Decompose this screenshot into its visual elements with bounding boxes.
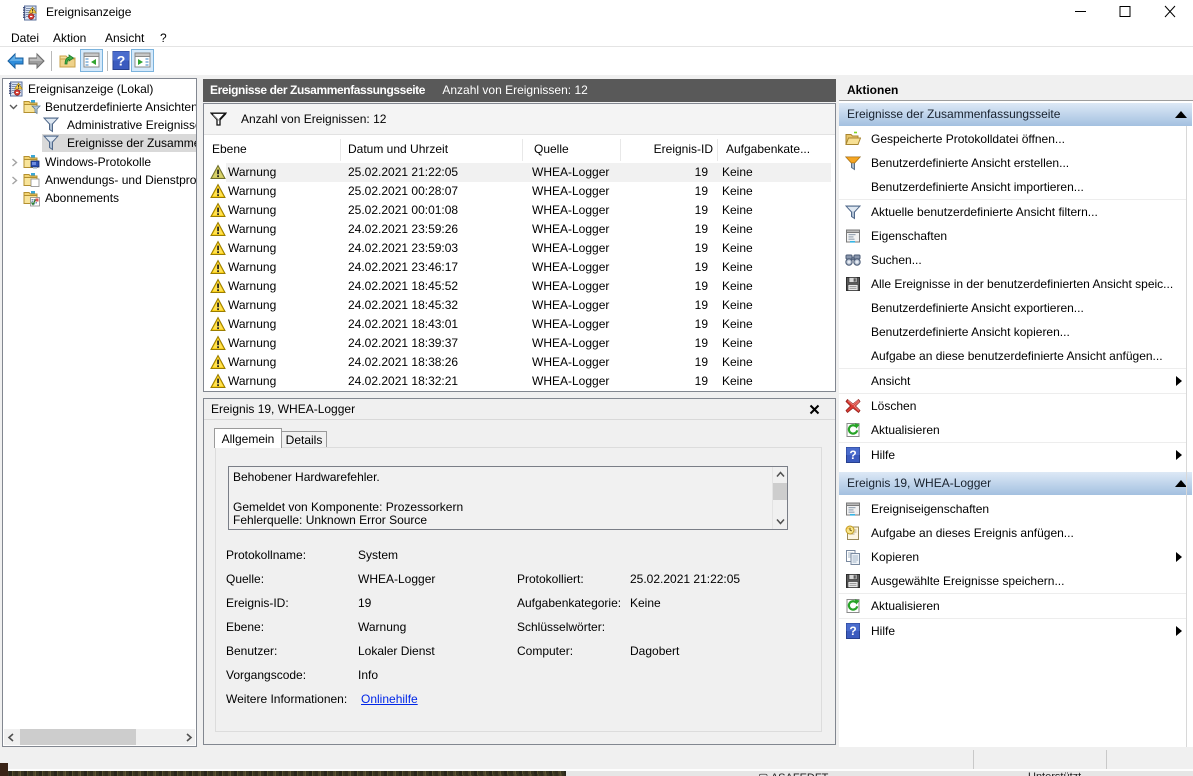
- svg-text:?: ?: [849, 448, 856, 462]
- svg-text:?: ?: [117, 53, 126, 69]
- svg-text:?: ?: [849, 624, 856, 638]
